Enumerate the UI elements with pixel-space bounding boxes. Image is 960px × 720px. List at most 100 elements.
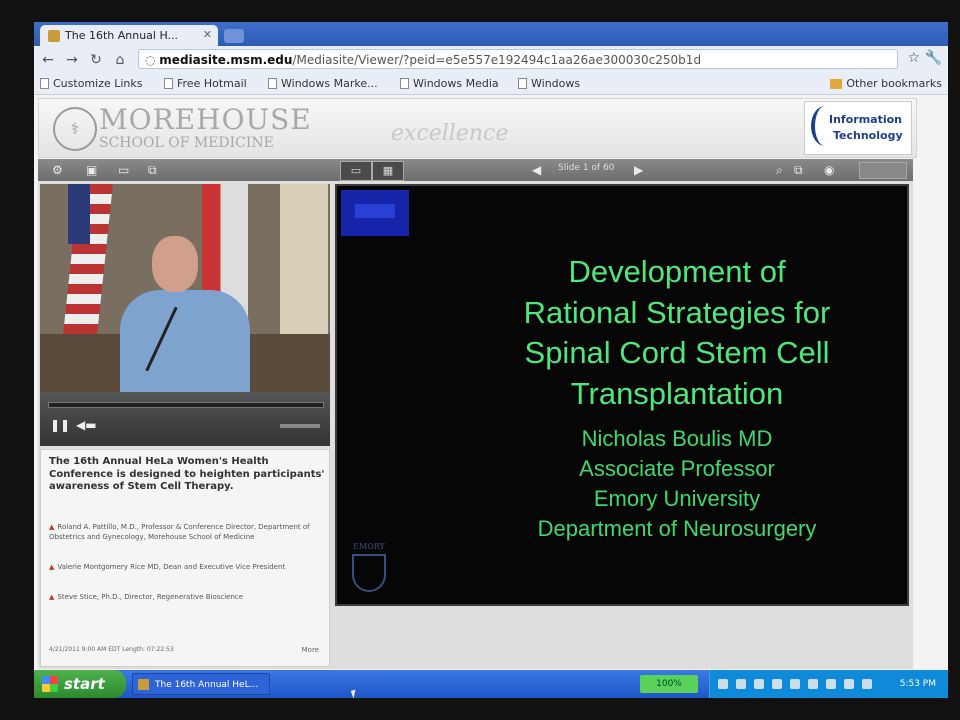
slide-title-line: Transplantation <box>570 375 784 411</box>
next-slide-icon[interactable]: ▶ <box>634 159 643 181</box>
captions-icon[interactable]: ▭ <box>118 159 129 181</box>
bookmark-label: Windows Media <box>413 77 499 90</box>
help-icon[interactable]: ◉ <box>824 159 834 181</box>
page-icon <box>268 78 277 89</box>
bookmark-item[interactable]: Windows Marke... <box>268 77 378 90</box>
window-icon <box>138 679 149 690</box>
taskbar-clock[interactable]: 5:53 PM <box>900 670 936 698</box>
presenter-icon: ▲ <box>49 523 55 531</box>
layout-icon[interactable]: ▣ <box>86 159 97 181</box>
screen: The 16th Annual H... ✕ ← → ↻ ⌂ ◌ mediasi… <box>34 22 948 698</box>
slide-author-line: Department of Neurosurgery <box>537 516 817 541</box>
page-icon <box>40 78 49 89</box>
bookmark-item[interactable]: Windows Media <box>400 77 499 90</box>
emory-logo: EMORY <box>347 542 391 592</box>
tray-icon[interactable] <box>826 679 836 689</box>
settings-icon[interactable]: ⚙ <box>52 159 63 181</box>
presenter-item: ▲ Roland A. Pattillo, M.D., Professor & C… <box>49 522 325 542</box>
tray-icon[interactable] <box>718 679 728 689</box>
link-icon[interactable]: ⧉ <box>148 159 157 181</box>
slide-author-line: Nicholas Boulis MD <box>581 426 773 451</box>
page-icon <box>164 78 173 89</box>
star-icon[interactable]: ☆ <box>908 50 921 66</box>
tray-icon[interactable] <box>844 679 854 689</box>
video-frame[interactable] <box>40 184 330 392</box>
web-page: ⚕ MOREHOUSE SCHOOL OF MEDICINE excellenc… <box>34 95 948 670</box>
presenter-text: Steve Stice, Ph.D., Director, Regenerati… <box>57 593 244 601</box>
tray-icon[interactable] <box>808 679 818 689</box>
presenter-text: Valerie Montgomery Rice MD, Dean and Exe… <box>57 563 286 571</box>
folder-icon <box>830 78 843 89</box>
tray-icon[interactable] <box>736 679 746 689</box>
bookmark-label: Customize Links <box>53 77 143 90</box>
tab-title: The 16th Annual H... <box>65 29 179 42</box>
new-tab-button[interactable] <box>224 29 244 43</box>
presentation-meta: 4/21/2011 9:00 AM EDT Length: 07:22:53 <box>49 646 174 653</box>
emory-wordmark: EMORY <box>353 542 385 551</box>
mediasite-player: ⚙ ▣ ▭ ⧉ ▭ ▦ ◀ Slide 1 of 60 ▶ ⌕ ⧉ ◉ ❚❚ ◀… <box>38 159 913 669</box>
bookmark-item[interactable]: Customize Links <box>40 77 143 90</box>
close-tab-icon[interactable]: ✕ <box>203 28 212 41</box>
search-input[interactable] <box>859 162 907 179</box>
bookmark-label: Free Hotmail <box>177 77 247 90</box>
bookmark-item[interactable]: Windows <box>518 77 580 90</box>
reload-icon[interactable]: ↻ <box>86 50 106 70</box>
slide-logo <box>341 190 409 236</box>
seek-bar[interactable] <box>48 402 324 408</box>
presentation-description: The 16th Annual HeLa Women's Health Conf… <box>49 456 325 492</box>
slide-title-line: Development of <box>568 254 786 289</box>
thumbnail-view-tab[interactable]: ▦ <box>372 161 404 181</box>
status-badge[interactable]: 100% <box>640 675 698 693</box>
tray-icon[interactable] <box>862 679 872 689</box>
pause-icon[interactable]: ❚❚ <box>50 418 70 432</box>
speaker-head <box>152 236 198 292</box>
slide-view-tab[interactable]: ▭ <box>340 161 372 181</box>
bookmark-label: Windows Marke... <box>281 77 378 90</box>
start-label: start <box>64 675 105 693</box>
tray-icon[interactable] <box>772 679 782 689</box>
slide-title: Development of Rational Strategies for S… <box>457 252 897 414</box>
presenter-item: ▲ Valerie Montgomery Rice MD, Dean and Ex… <box>49 562 325 572</box>
bookmarks-bar: Customize Links Free Hotmail Windows Mar… <box>34 74 948 95</box>
browser-toolbar: ← → ↻ ⌂ ◌ mediasite.msm.edu/Mediasite/Vi… <box>34 46 948 74</box>
other-bookmarks[interactable]: Other bookmarks <box>830 77 942 90</box>
presenter-item: ▲ Steve Stice, Ph.D., Director, Regenerat… <box>49 592 325 602</box>
tab-strip: The 16th Annual H... ✕ <box>34 22 948 46</box>
banner-tagline: excellence <box>391 121 509 146</box>
speaker-body <box>120 290 250 392</box>
bookmark-label: Windows <box>531 77 581 90</box>
shield-icon <box>352 554 386 592</box>
popout-icon[interactable]: ⧉ <box>794 159 803 181</box>
video-controls: ❚❚ ◀▬ <box>40 392 330 446</box>
volume-slider[interactable] <box>280 424 320 428</box>
search-icon[interactable]: ⌕ <box>776 159 783 181</box>
presenter-icon: ▲ <box>49 563 55 571</box>
bookmark-item[interactable]: Free Hotmail <box>164 77 247 90</box>
slide-author-line: Emory University <box>593 486 761 511</box>
wrench-icon[interactable]: 🔧 <box>925 50 942 66</box>
school-subtitle: SCHOOL OF MEDICINE <box>99 135 274 151</box>
it-logo[interactable]: Information Technology <box>804 101 912 155</box>
page-icon <box>400 78 409 89</box>
player-control-bar: ⚙ ▣ ▭ ⧉ ▭ ▦ ◀ Slide 1 of 60 ▶ ⌕ ⧉ ◉ <box>38 159 913 181</box>
more-link[interactable]: More <box>302 646 319 654</box>
school-seal-icon: ⚕ <box>53 107 97 151</box>
rewind-icon[interactable]: ◀▬ <box>76 418 97 432</box>
browser-tab[interactable]: The 16th Annual H... ✕ <box>40 25 218 46</box>
tray-icon[interactable] <box>790 679 800 689</box>
url-host: mediasite.msm.edu <box>159 53 293 67</box>
start-button[interactable]: start <box>34 670 126 698</box>
back-icon[interactable]: ← <box>38 50 58 70</box>
site-banner: ⚕ MOREHOUSE SCHOOL OF MEDICINE excellenc… <box>38 98 917 158</box>
address-bar[interactable]: ◌ mediasite.msm.edu/Mediasite/Viewer/?pe… <box>138 49 898 69</box>
us-flag-canton <box>68 184 90 244</box>
prev-slide-icon[interactable]: ◀ <box>532 159 541 181</box>
tray-icon[interactable] <box>754 679 764 689</box>
slide-author-line: Associate Professor <box>579 456 775 481</box>
taskbar-window-button[interactable]: The 16th Annual HeL... <box>132 673 270 695</box>
url-path: /Mediasite/Viewer/?peid=e5e557e192494c1a… <box>292 53 702 67</box>
home-icon[interactable]: ⌂ <box>110 50 130 70</box>
forward-icon[interactable]: → <box>62 50 82 70</box>
globe-icon: ◌ <box>145 53 160 67</box>
school-name: MOREHOUSE <box>99 103 312 136</box>
